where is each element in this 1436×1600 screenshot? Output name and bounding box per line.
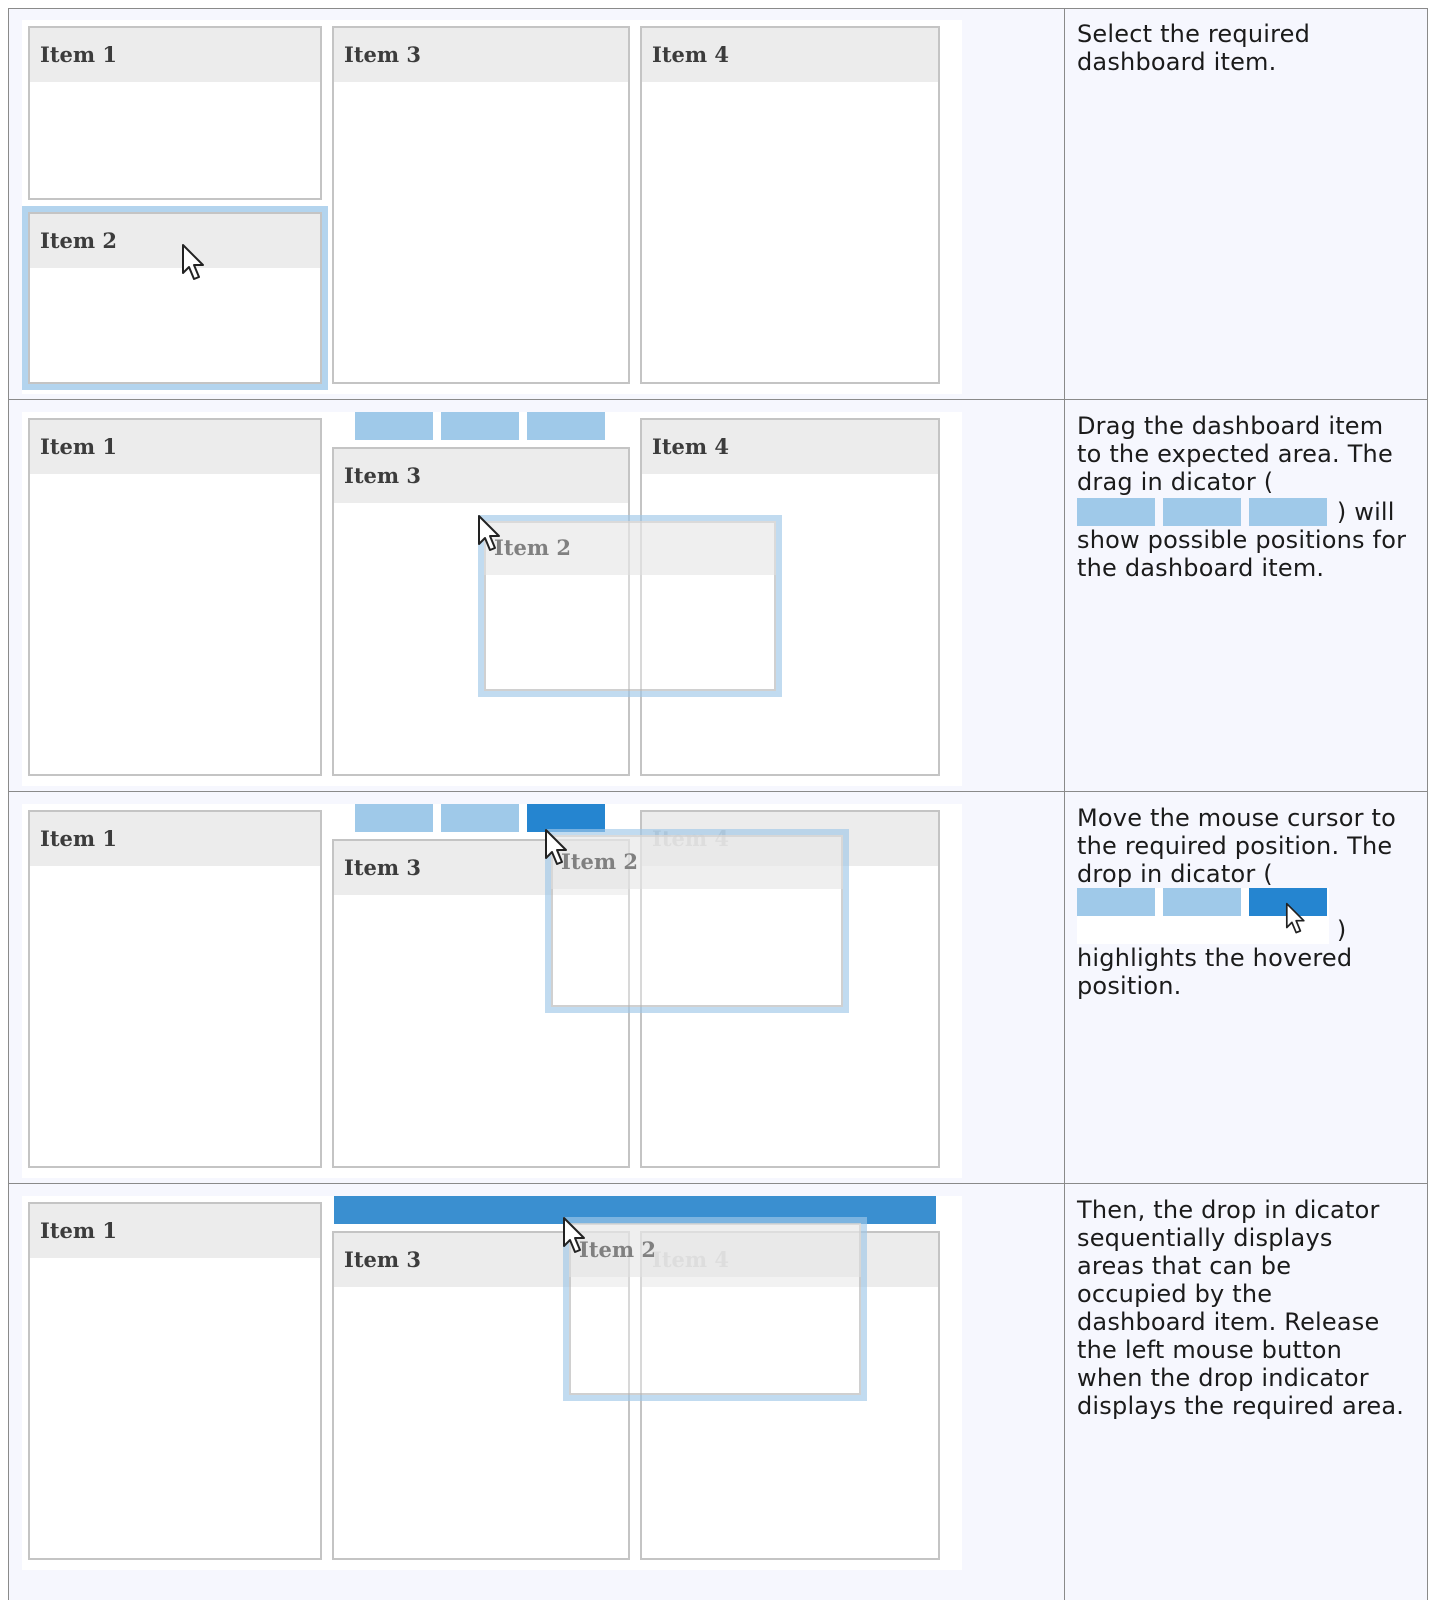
drag-indicator-right bbox=[527, 412, 605, 440]
item-caption: Item 1 bbox=[30, 28, 320, 82]
description-text-before: Drag the dashboard item to the expected … bbox=[1077, 412, 1393, 496]
step-description-2: Drag the dashboard item to the expected … bbox=[1077, 412, 1407, 582]
item-caption: Item 2 bbox=[551, 835, 843, 889]
drag-indicator-center bbox=[441, 412, 519, 440]
scene-drop-area: Item 1 Item 3 Item 4 Item 2 bbox=[22, 1196, 962, 1570]
dragged-item-2[interactable]: Item 2 bbox=[563, 1217, 867, 1401]
dragged-item-2[interactable]: Item 2 bbox=[478, 515, 782, 697]
step-description-4: Then, the drop in dicator sequentially d… bbox=[1077, 1196, 1405, 1420]
dashboard-item-2[interactable]: Item 2 bbox=[28, 212, 322, 384]
item-caption: Item 2 bbox=[30, 214, 320, 268]
step-description-3: Move the mouse cursor to the required po… bbox=[1077, 804, 1407, 1000]
cursor-arrow-icon bbox=[182, 244, 204, 280]
drop-indicator-left bbox=[1077, 888, 1155, 916]
drop-indicator-left bbox=[355, 804, 433, 832]
item-caption: Item 1 bbox=[30, 812, 320, 866]
item-caption: Item 3 bbox=[334, 449, 628, 503]
cursor-arrow-icon bbox=[478, 515, 500, 551]
cursor-arrow-icon bbox=[545, 829, 567, 865]
drop-indicator-center bbox=[441, 804, 519, 832]
inline-drop-indicator bbox=[1077, 888, 1329, 944]
dashboard-item-4[interactable]: Item 4 bbox=[640, 26, 940, 384]
scene-select: Item 1 Item 2 Item 3 Item 4 bbox=[22, 20, 962, 394]
drag-indicator-center bbox=[1163, 498, 1241, 526]
dashboard-item-1[interactable]: Item 1 bbox=[28, 418, 322, 776]
item-caption: Item 4 bbox=[642, 420, 938, 474]
cursor-arrow-icon bbox=[563, 1217, 585, 1253]
inline-drag-indicator bbox=[1077, 498, 1329, 526]
cursor-arrow-icon bbox=[1285, 902, 1305, 934]
dragged-item-2[interactable]: Item 2 bbox=[545, 829, 849, 1013]
description-text-before: Move the mouse cursor to the required po… bbox=[1077, 804, 1397, 888]
scene-drag: Item 1 Item 3 Item 4 Item 2 bbox=[22, 412, 962, 786]
dashboard-item-1[interactable]: Item 1 bbox=[28, 1202, 322, 1560]
drag-indicator-left bbox=[355, 412, 433, 440]
item-caption: Item 4 bbox=[642, 28, 938, 82]
item-caption: Item 1 bbox=[30, 420, 320, 474]
dashboard-item-3[interactable]: Item 3 bbox=[332, 26, 630, 384]
drag-indicator-left bbox=[1077, 498, 1155, 526]
item-caption: Item 2 bbox=[484, 521, 776, 575]
item-caption: Item 1 bbox=[30, 1204, 320, 1258]
scene-hover: Item 1 Item 3 Item 4 Item 2 bbox=[22, 804, 962, 1178]
step-description-1: Select the required dashboard item. bbox=[1077, 20, 1311, 76]
drag-indicator-right bbox=[1249, 498, 1327, 526]
item-caption: Item 3 bbox=[334, 28, 628, 82]
dashboard-item-1[interactable]: Item 1 bbox=[28, 26, 322, 200]
item-caption: Item 2 bbox=[569, 1223, 861, 1277]
drop-indicator-center bbox=[1163, 888, 1241, 916]
dashboard-item-1[interactable]: Item 1 bbox=[28, 810, 322, 1168]
